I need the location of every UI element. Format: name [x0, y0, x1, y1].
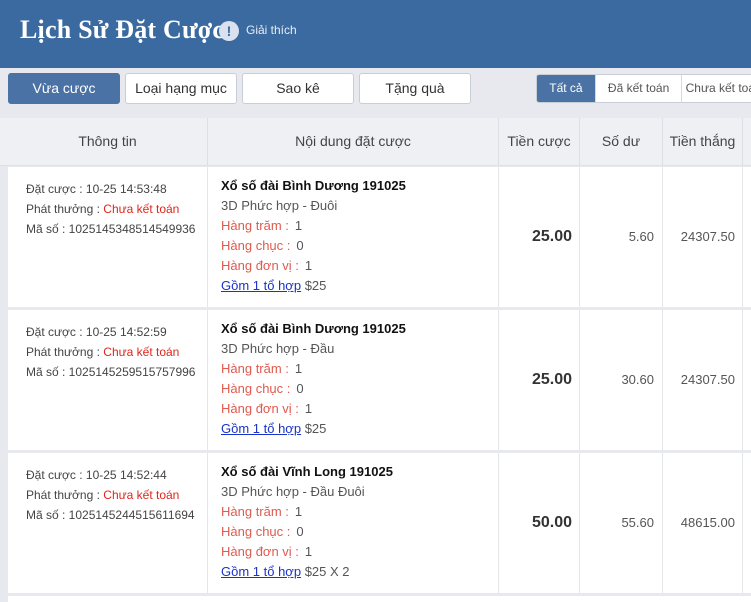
stake-value: 50.00 — [499, 453, 580, 593]
bet-content: Xổ số đài Bình Dương 191025 3D Phức hợp … — [208, 310, 499, 450]
lottery-name: Xổ số đài Bình Dương 191025 — [221, 178, 406, 193]
winnings-value: 48615.00 — [663, 453, 743, 593]
stake-value: 25.00 — [499, 167, 580, 307]
payout-label: Phát thưởng : — [26, 488, 104, 502]
table-row: Đặt cược : 10-25 14:53:48 Phát thưởng : … — [8, 167, 751, 307]
stake-value: 25.00 — [499, 310, 580, 450]
table-row — [8, 596, 751, 602]
page-title: Lịch Sử Đặt Cược — [20, 15, 225, 44]
bet-content: Xổ số đài Vĩnh Long 191025 3D Phức hợp -… — [208, 453, 499, 593]
winnings-value: 24307.50 — [663, 310, 743, 450]
bet-code: Mã số : 1025145348514549936 — [26, 222, 196, 236]
payout-status: Chưa kết toán — [103, 345, 180, 359]
column-header-info: Thông tin — [8, 118, 208, 166]
table-header: Thông tin Nội dung đặt cược Tiền cược Số… — [0, 118, 751, 166]
lottery-name: Xổ số đài Bình Dương 191025 — [221, 321, 406, 336]
bet-content: Xổ số đài Bình Dương 191025 3D Phức hợp … — [208, 167, 499, 307]
table-row: Đặt cược : 10-25 14:52:59 Phát thưởng : … — [8, 310, 751, 450]
bet-info: Đặt cược : 10-25 14:53:48 Phát thưởng : … — [8, 167, 208, 307]
filter-unsettled[interactable]: Chưa kết toán — [682, 75, 751, 102]
tab-recent-bets[interactable]: Vừa cược — [8, 73, 120, 104]
status-filter: Tất cả Đã kết toán Chưa kết toán — [536, 74, 751, 103]
combination-amount: $25 X 2 — [304, 564, 350, 579]
tab-category[interactable]: Loại hạng mục — [125, 73, 237, 104]
combination-link[interactable]: Gồm 1 tổ hợp — [221, 278, 301, 293]
position-tens: Hàng chục :0 — [221, 381, 304, 396]
bet-type: 3D Phức hợp - Đầu Đuôi — [221, 484, 365, 499]
position-tens: Hàng chục :0 — [221, 524, 304, 539]
balance-value: 5.60 — [580, 167, 663, 307]
bet-time: Đặt cược : 10-25 14:52:44 — [26, 468, 167, 482]
filter-all[interactable]: Tất cả — [537, 75, 596, 102]
bet-type: 3D Phức hợp - Đuôi — [221, 198, 338, 213]
position-tens: Hàng chục :0 — [221, 238, 304, 253]
tab-gifts[interactable]: Tặng quà — [359, 73, 471, 104]
bet-time: Đặt cược : 10-25 14:53:48 — [26, 182, 167, 196]
combination-amount: $25 — [304, 421, 327, 436]
combination-link[interactable]: Gồm 1 tổ hợp — [221, 421, 301, 436]
bet-type: 3D Phức hợp - Đầu — [221, 341, 335, 356]
payout-label: Phát thưởng : — [26, 202, 104, 216]
toolbar: Vừa cược Loại hạng mục Sao kê Tặng quà T… — [0, 68, 751, 110]
column-header-stake: Tiền cược — [499, 118, 580, 166]
combination-link[interactable]: Gồm 1 tổ hợp — [221, 564, 301, 579]
page-header: Lịch Sử Đặt Cược ! Giải thích — [0, 0, 751, 68]
position-hundreds: Hàng trăm :1 — [221, 504, 303, 519]
tab-statement[interactable]: Sao kê — [242, 73, 354, 104]
payout-status: Chưa kết toán — [103, 488, 180, 502]
bet-info: Đặt cược : 10-25 14:52:59 Phát thưởng : … — [8, 310, 208, 450]
column-header-balance: Số dư — [580, 118, 663, 166]
position-hundreds: Hàng trăm :1 — [221, 218, 303, 233]
payout-label: Phát thưởng : — [26, 345, 104, 359]
column-header-content: Nội dung đặt cược — [208, 118, 499, 166]
table-row: Đặt cược : 10-25 14:52:44 Phát thưởng : … — [8, 453, 751, 593]
lottery-name: Xổ số đài Vĩnh Long 191025 — [221, 464, 393, 479]
column-header-winnings: Tiền thắng — [663, 118, 743, 166]
filter-settled[interactable]: Đã kết toán — [596, 75, 683, 102]
bet-time: Đặt cược : 10-25 14:52:59 — [26, 325, 167, 339]
bet-code: Mã số : 1025145244515611694 — [26, 508, 195, 522]
help-link[interactable]: Giải thích — [246, 23, 297, 37]
combination-amount: $25 — [304, 278, 327, 293]
position-units: Hàng đơn vị :1 — [221, 544, 313, 559]
balance-value: 30.60 — [580, 310, 663, 450]
position-hundreds: Hàng trăm :1 — [221, 361, 303, 376]
bet-code: Mã số : 1025145259515757996 — [26, 365, 196, 379]
balance-value: 55.60 — [580, 453, 663, 593]
info-circle-icon[interactable]: ! — [219, 21, 239, 41]
winnings-value: 24307.50 — [663, 167, 743, 307]
payout-status: Chưa kết toán — [103, 202, 180, 216]
position-units: Hàng đơn vị :1 — [221, 258, 313, 273]
position-units: Hàng đơn vị :1 — [221, 401, 313, 416]
bet-info: Đặt cược : 10-25 14:52:44 Phát thưởng : … — [8, 453, 208, 593]
